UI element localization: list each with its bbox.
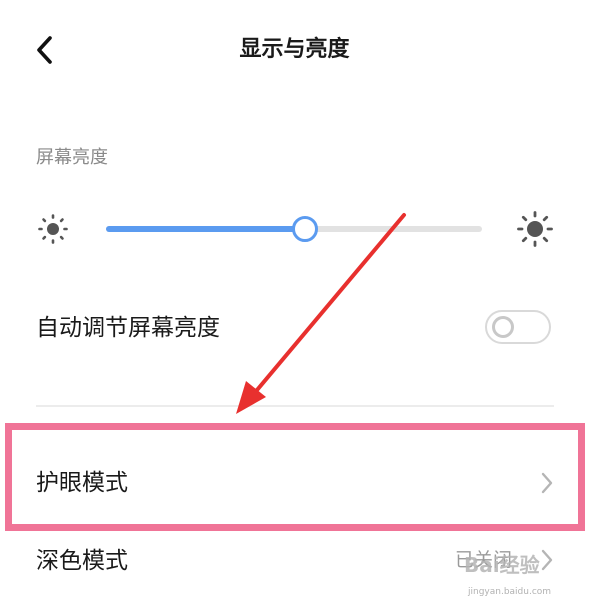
slider-fill bbox=[106, 226, 306, 232]
brightness-section-label: 屏幕亮度 bbox=[36, 147, 108, 168]
watermark-url: jingyan.baidu.com bbox=[468, 587, 552, 597]
page-title: 显示与亮度 bbox=[239, 37, 350, 62]
chevron-right-icon bbox=[541, 549, 553, 571]
toggle-knob bbox=[492, 316, 514, 338]
divider bbox=[36, 405, 554, 407]
chevron-right-icon bbox=[541, 472, 553, 494]
sun-large-icon bbox=[517, 211, 553, 247]
brightness-slider[interactable] bbox=[106, 212, 482, 246]
sun-small-icon bbox=[38, 214, 68, 244]
auto-brightness-label: 自动调节屏幕亮度 bbox=[36, 315, 220, 341]
slider-thumb[interactable] bbox=[292, 216, 319, 242]
auto-brightness-toggle[interactable] bbox=[485, 310, 551, 344]
dark-mode-label: 深色模式 bbox=[36, 548, 128, 574]
watermark-logo: Bai经验 bbox=[464, 553, 540, 577]
eye-protection-label: 护眼模式 bbox=[36, 470, 128, 496]
